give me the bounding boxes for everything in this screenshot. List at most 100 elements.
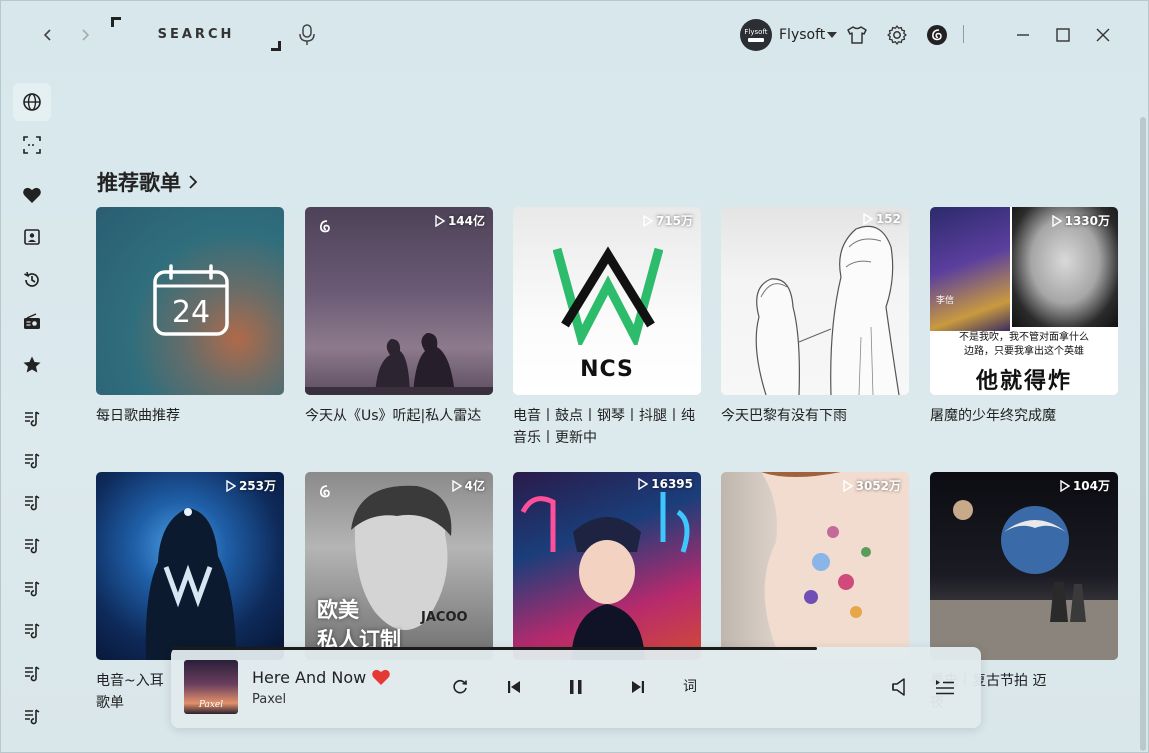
pause-icon [570, 680, 582, 694]
play-count: 3052万 [842, 477, 901, 494]
heart-icon[interactable] [371, 667, 391, 687]
play-count-value: 715万 [655, 214, 693, 228]
playlist-card[interactable]: 3052万 [721, 472, 909, 660]
repeat-button[interactable] [448, 675, 472, 699]
section-title: 推荐歌单 [97, 171, 181, 195]
playlist-icon [25, 623, 40, 639]
play-icon [863, 213, 873, 225]
playlist-cover[interactable] [513, 472, 701, 660]
play-icon [643, 214, 653, 227]
playlist-card[interactable]: 今天巴黎有没有下雨 152 [721, 207, 909, 427]
play-count: 144亿 [435, 212, 485, 229]
skip-next-icon [632, 681, 644, 693]
album-art[interactable]: Paxel [184, 660, 238, 714]
sidebar-item-liked[interactable] [13, 176, 51, 214]
playlist-cover[interactable]: 24 [96, 207, 284, 395]
minimize-button[interactable] [1011, 23, 1035, 47]
play-icon [226, 479, 236, 492]
playback-progress[interactable] [171, 647, 817, 650]
playlist-cover[interactable] [96, 472, 284, 660]
forward-button[interactable] [73, 23, 97, 47]
playlist-icon [25, 495, 40, 511]
sidebar-item-playlist[interactable] [13, 526, 51, 564]
user-menu-caret-icon[interactable] [827, 32, 837, 38]
sidebar-item-playlist[interactable] [13, 441, 51, 479]
playlist-card[interactable]: 24 每日歌曲推荐 [96, 207, 284, 427]
netease-logo-icon [927, 25, 947, 45]
track-artist[interactable]: Paxel [252, 692, 286, 707]
game-hero-image [930, 207, 1010, 331]
maximize-button[interactable] [1051, 23, 1075, 47]
ncs-logo-text: NCS [580, 357, 634, 382]
playlist-card[interactable]: 李信 不是我吹，我不管对面拿什么 边路，只要我拿出这个英雄 他就得炸 屠魔的少年… [930, 207, 1118, 427]
playlist-cover[interactable]: 李信 不是我吹，我不管对面拿什么 边路，只要我拿出这个英雄 他就得炸 [930, 207, 1118, 395]
repeat-icon [453, 679, 467, 694]
play-count: 16395 [638, 477, 693, 491]
playlist-card[interactable]: 欧美 私人订制 JACOO 4亿 [305, 472, 493, 660]
sidebar-item-playlist[interactable] [13, 697, 51, 735]
sidebar-item-profile[interactable] [13, 218, 51, 256]
ncs-logo-image [553, 246, 663, 345]
star-icon [23, 356, 41, 373]
search-box[interactable] [111, 17, 281, 51]
playlist-icon [25, 709, 40, 725]
username[interactable]: Flysoft [779, 27, 825, 43]
play-count: 152 [863, 212, 901, 226]
playlist-cover[interactable] [930, 472, 1118, 660]
back-button[interactable] [36, 23, 60, 47]
section-header-recommended[interactable]: 推荐歌单 [97, 167, 199, 197]
playlist-card[interactable]: 16395 [513, 472, 701, 660]
sidebar-item-playlist[interactable] [13, 654, 51, 692]
netease-logo-icon [319, 220, 330, 233]
playlist-card[interactable]: NCS 电音丨鼓点丨钢琴丨抖腿丨纯音乐丨更新中 715万 [513, 207, 701, 449]
playlist-title[interactable]: 今天从《Us》听起|私人雷达 [305, 405, 493, 427]
sidebar-item-playlist[interactable] [13, 399, 51, 437]
sidebar-item-history[interactable] [13, 261, 51, 299]
playlist-card[interactable]: 今天从《Us》听起|私人雷达 144亿 [305, 207, 493, 427]
microphone-icon [299, 24, 315, 45]
search-input[interactable] [111, 17, 281, 51]
playlist-icon [25, 581, 40, 597]
maximize-icon [1056, 28, 1070, 42]
playlist-icon [25, 453, 40, 469]
avatar-text: Flysoft [744, 28, 768, 36]
sidebar-item-radio[interactable] [13, 303, 51, 341]
skin-button[interactable] [845, 23, 869, 47]
lyrics-button[interactable]: 词 [683, 676, 697, 696]
playlist-title[interactable]: 每日歌曲推荐 [96, 405, 284, 427]
playlist-cover[interactable] [305, 207, 493, 395]
playlist-queue-button[interactable] [933, 675, 957, 699]
play-icon [451, 479, 462, 492]
sidebar-item-discover[interactable] [13, 83, 51, 121]
settings-button[interactable] [885, 23, 909, 47]
hero-name-tag: 李信 [936, 296, 955, 306]
scrollbar[interactable] [1140, 117, 1146, 751]
next-button[interactable] [626, 675, 650, 699]
playlist-cover[interactable]: NCS [513, 207, 701, 395]
close-button[interactable] [1091, 23, 1115, 47]
previous-button[interactable] [502, 675, 526, 699]
sidebar-item-scan[interactable] [13, 126, 51, 164]
track-title[interactable]: Here And Now [252, 668, 366, 687]
play-count: 4亿 [451, 477, 485, 494]
sidebar-item-playlist[interactable] [13, 483, 51, 521]
netease-logo-button[interactable] [925, 23, 949, 47]
cover-brand: JACOO [421, 610, 468, 625]
playlist-cover[interactable] [721, 207, 909, 395]
play-count-value: 152 [875, 212, 901, 226]
sidebar-item-playlist[interactable] [13, 611, 51, 649]
sidebar-item-favorites[interactable] [13, 346, 51, 384]
voice-search-button[interactable] [297, 23, 319, 47]
pause-button[interactable] [564, 675, 588, 699]
netease-logo-icon [319, 485, 330, 498]
play-count-value: 3052万 [855, 479, 901, 493]
playlist-title[interactable]: 今天巴黎有没有下雨 [721, 405, 909, 427]
playlist-title[interactable]: 电音丨鼓点丨钢琴丨抖腿丨纯音乐丨更新中 [513, 405, 701, 449]
playlist-cover[interactable]: 欧美 私人订制 JACOO [305, 472, 493, 660]
volume-button[interactable] [888, 675, 912, 699]
sidebar-item-playlist[interactable] [13, 569, 51, 607]
avatar[interactable]: Flysoft [740, 19, 772, 51]
playlist-cover[interactable] [721, 472, 909, 660]
history-icon [24, 271, 39, 287]
playlist-title[interactable]: 屠魔的少年终究成魔 [930, 405, 1118, 427]
